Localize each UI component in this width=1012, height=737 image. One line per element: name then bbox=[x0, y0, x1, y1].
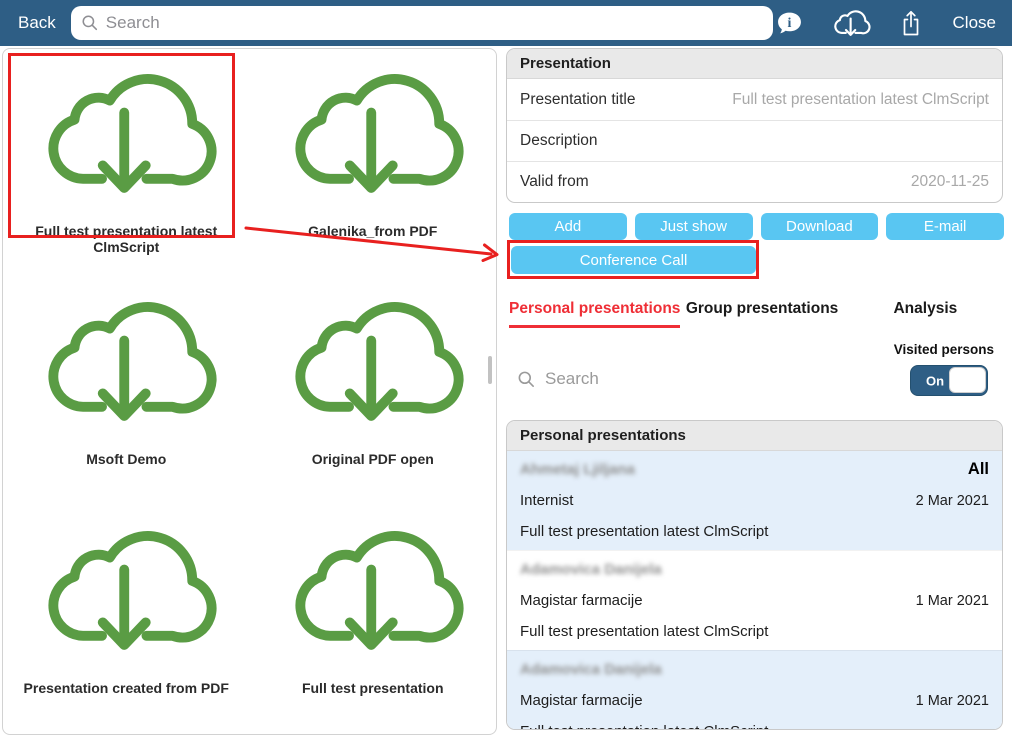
presentation-library-panel: Full test presentation latest ClmScript … bbox=[2, 48, 497, 735]
presentation-name: Full test presentation latest ClmScript bbox=[520, 623, 769, 640]
search-icon bbox=[81, 14, 99, 32]
close-button[interactable]: Close bbox=[953, 13, 996, 33]
list-badge-all: All bbox=[967, 460, 989, 478]
details-panel: Presentation Presentation title Full tes… bbox=[506, 48, 1008, 737]
list-header: Personal presentations bbox=[507, 421, 1002, 451]
just-show-button[interactable]: Just show bbox=[634, 213, 753, 240]
top-navbar: Back i Close bbox=[0, 0, 1012, 46]
back-button[interactable]: Back bbox=[18, 13, 56, 33]
add-button[interactable]: Add bbox=[509, 213, 627, 240]
cloud-download-icon bbox=[31, 287, 221, 435]
tab-personal-presentations[interactable]: Personal presentations bbox=[509, 300, 681, 328]
library-item-original-pdf[interactable]: Original PDF open bbox=[250, 277, 497, 505]
library-item-created-from-pdf[interactable]: Presentation created from PDF bbox=[3, 506, 250, 734]
person-role: Internist bbox=[520, 492, 574, 509]
library-item-label: Full test presentation latest ClmScript bbox=[35, 223, 218, 256]
toggle-on-label: On bbox=[926, 373, 945, 388]
library-item-galenika[interactable]: Galenika_from PDF bbox=[250, 49, 497, 277]
library-item-label: Galenika_from PDF bbox=[308, 223, 438, 239]
share-icon[interactable] bbox=[899, 9, 923, 37]
info-icon[interactable]: i bbox=[776, 10, 803, 37]
visit-date: 2 Mar 2021 bbox=[915, 492, 989, 509]
person-role: Magistar farmacije bbox=[520, 592, 643, 609]
global-search-field[interactable] bbox=[70, 6, 773, 40]
person-name-blurred: Ahmetaj Ljiljana bbox=[520, 461, 636, 478]
cloud-download-icon[interactable] bbox=[831, 7, 871, 39]
download-button[interactable]: Download bbox=[760, 213, 879, 240]
cloud-download-icon bbox=[278, 287, 468, 435]
search-icon bbox=[517, 370, 536, 389]
person-name-blurred: Adamovica Danijela bbox=[520, 661, 662, 678]
cloud-download-icon bbox=[31, 59, 221, 207]
list-search-field[interactable] bbox=[517, 369, 745, 389]
library-item-label: Presentation created from PDF bbox=[23, 679, 229, 696]
visit-date: 1 Mar 2021 bbox=[915, 592, 989, 609]
list-item[interactable]: Adamovica Danijela Magistar farmacije 1 … bbox=[507, 550, 1002, 650]
library-item-label: Original PDF open bbox=[311, 451, 434, 468]
svg-text:i: i bbox=[787, 15, 791, 30]
tab-group-presentations[interactable]: Group presentations bbox=[686, 300, 838, 328]
cloud-download-icon bbox=[278, 59, 468, 207]
presentation-tabs: Personal presentations Group presentatio… bbox=[509, 300, 1007, 328]
valid-from-value[interactable]: 2020-11-25 bbox=[911, 173, 989, 191]
action-buttons-row: Add Just show Download E-mail bbox=[509, 213, 1004, 240]
field-label: Valid from bbox=[520, 173, 589, 190]
presentation-name: Full test presentation latest ClmScript bbox=[520, 723, 768, 729]
visited-persons-label: Visited persons bbox=[893, 342, 994, 357]
library-item-msoft-demo[interactable]: Msoft Demo bbox=[3, 277, 250, 505]
field-label: Presentation title bbox=[520, 90, 636, 108]
cloud-download-icon bbox=[31, 516, 221, 664]
library-scrollbar bbox=[488, 356, 492, 384]
presentation-info-card: Presentation Presentation title Full tes… bbox=[506, 48, 1003, 203]
global-search-input[interactable] bbox=[105, 13, 763, 33]
conference-call-button[interactable]: Conference Call bbox=[511, 246, 756, 274]
personal-presentations-list: Personal presentations Ahmetaj Ljiljana … bbox=[506, 420, 1003, 730]
library-item-label: Msoft Demo bbox=[86, 451, 167, 468]
list-item[interactable]: Ahmetaj Ljiljana All Internist 2 Mar 202… bbox=[507, 451, 1002, 550]
list-search-input[interactable] bbox=[545, 369, 745, 389]
person-role: Magistar farmacije bbox=[520, 692, 643, 709]
visit-date: 1 Mar 2021 bbox=[915, 692, 989, 709]
list-item[interactable]: Adamovica Danijela Magistar farmacije 1 … bbox=[507, 650, 1002, 729]
presentation-name: Full test presentation latest ClmScript bbox=[520, 523, 769, 540]
email-button[interactable]: E-mail bbox=[886, 213, 1004, 240]
library-item-full-test-latest[interactable]: Full test presentation latest ClmScript bbox=[3, 49, 250, 277]
library-item-label: Full test presentation bbox=[301, 679, 444, 696]
field-label: Description bbox=[520, 132, 598, 149]
conference-call-row: Conference Call bbox=[511, 246, 756, 274]
library-item-full-test[interactable]: Full test presentation bbox=[250, 506, 497, 734]
presentation-title-value[interactable]: Full test presentation latest ClmScript bbox=[732, 91, 989, 109]
toggle-knob bbox=[949, 367, 986, 393]
visited-persons-toggle[interactable]: On bbox=[910, 365, 988, 396]
field-presentation-title: Presentation title Full test presentatio… bbox=[507, 79, 1002, 120]
cloud-download-icon bbox=[278, 516, 468, 664]
tab-analysis[interactable]: Analysis bbox=[893, 300, 957, 328]
field-description: Description bbox=[507, 120, 1002, 161]
person-name-blurred: Adamovica Danijela bbox=[520, 561, 662, 578]
presentation-card-header: Presentation bbox=[507, 49, 1002, 79]
field-valid-from: Valid from 2020-11-25 bbox=[507, 161, 1002, 202]
